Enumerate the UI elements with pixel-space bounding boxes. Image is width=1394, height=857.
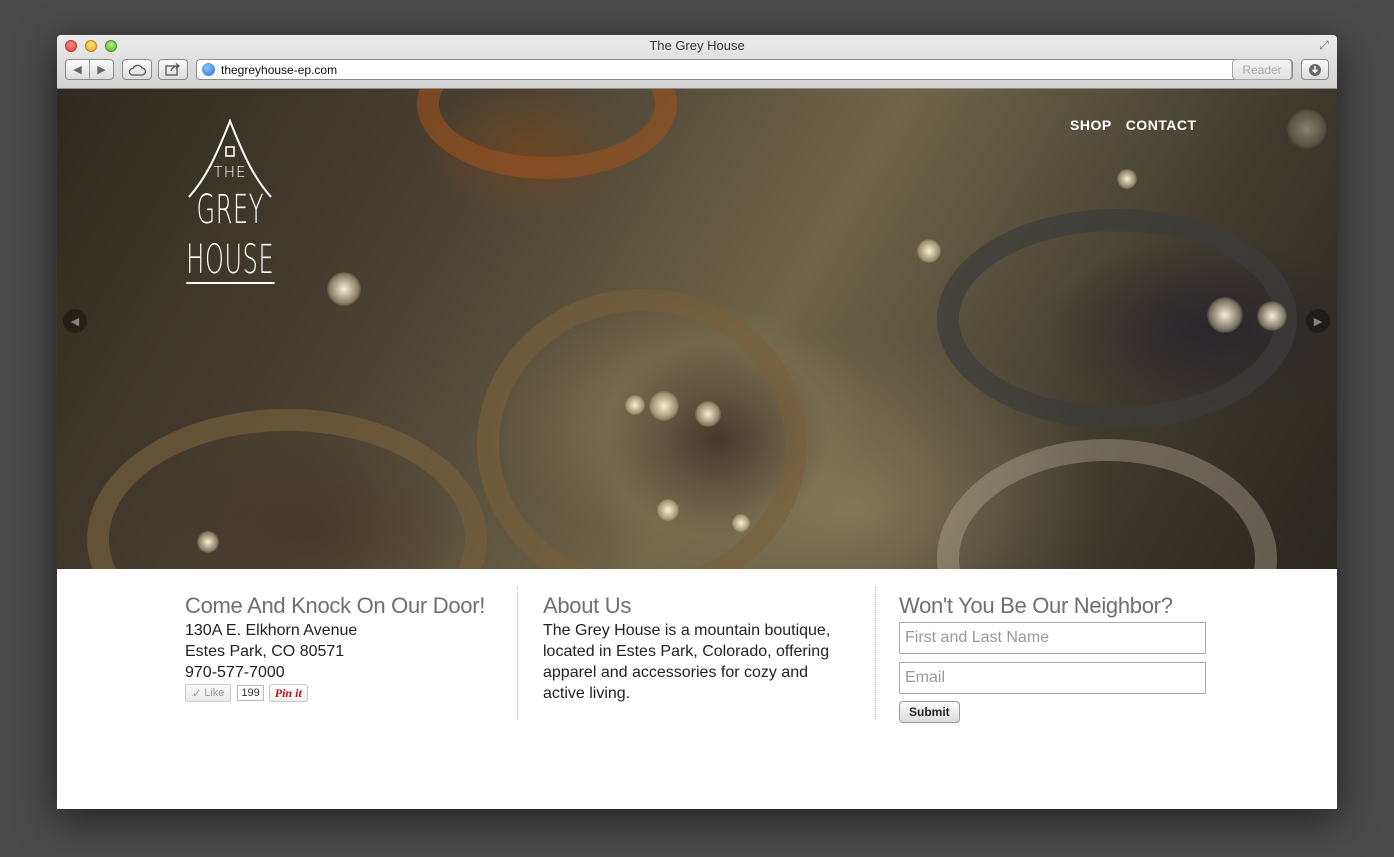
browser-window: The Grey House ⤢ ◀ ▶ thegreyhouse-ep.com… xyxy=(57,35,1337,809)
visit-heading: Come And Knock On Our Door! xyxy=(185,593,486,618)
title-bar: The Grey House ⤢ ◀ ▶ thegreyhouse-ep.com… xyxy=(57,35,1337,89)
window-title: The Grey House xyxy=(649,38,745,53)
name-input[interactable] xyxy=(899,622,1206,654)
like-label: Like xyxy=(204,687,225,699)
downloads-button[interactable] xyxy=(1301,59,1329,80)
footer-section: Come And Knock On Our Door! 130A E. Elkh… xyxy=(57,569,1337,809)
icloud-tabs-button[interactable] xyxy=(122,59,152,80)
site-logo[interactable]: THE GREY HOUSE xyxy=(185,119,275,324)
logo-text-the: THE xyxy=(213,163,247,181)
about-heading: About Us xyxy=(543,593,632,618)
url-text: thegreyhouse-ep.com xyxy=(221,62,338,77)
pin-it-button[interactable]: Pin it xyxy=(268,684,308,702)
slider-next-button[interactable]: ▶ xyxy=(1306,309,1330,333)
address-bar[interactable]: thegreyhouse-ep.com ↻ xyxy=(196,59,1293,80)
facebook-like-button[interactable]: ✓ Like xyxy=(185,684,232,702)
submit-button[interactable]: Submit xyxy=(899,701,960,723)
download-icon xyxy=(1309,63,1321,76)
forward-arrow-icon: ▶ xyxy=(97,64,106,76)
chevron-left-icon: ◀ xyxy=(70,315,80,328)
cloud-icon xyxy=(128,64,146,76)
about-text: The Grey House is a mountain boutique, l… xyxy=(543,622,831,702)
hero-slider: THE GREY HOUSE SHOP CONTACT ◀ ▶ xyxy=(57,89,1337,569)
phone-number: 970-577-7000 xyxy=(185,664,285,681)
sunglasses-frame-shape xyxy=(477,289,807,569)
like-count: 199 xyxy=(237,685,264,701)
slider-prev-button[interactable]: ◀ xyxy=(63,309,87,333)
newsletter-heading: Won't You Be Our Neighbor? xyxy=(899,593,1173,618)
forward-button[interactable]: ▶ xyxy=(90,63,113,76)
share-button[interactable] xyxy=(158,59,188,80)
address-line-1: 130A E. Elkhorn Avenue xyxy=(185,622,358,639)
social-buttons: ✓ Like 199 Pin it xyxy=(185,684,510,702)
newsletter-column: Won't You Be Our Neighbor? Submit xyxy=(899,593,1219,723)
about-column: About Us The Grey House is a mountain bo… xyxy=(543,593,853,704)
checkmark-icon: ✓ xyxy=(192,687,202,700)
nav-shop-link[interactable]: SHOP xyxy=(1070,117,1112,133)
address-line-2: Estes Park, CO 80571 xyxy=(185,643,345,660)
sunglasses-frame-shape xyxy=(937,439,1277,569)
sunglasses-frame-shape xyxy=(937,209,1297,429)
visit-column: Come And Knock On Our Door! 130A E. Elkh… xyxy=(185,593,510,702)
nav-contact-link[interactable]: CONTACT xyxy=(1126,117,1197,133)
main-nav: SHOP CONTACT xyxy=(1070,117,1197,133)
logo-text-house: HOUSE xyxy=(186,237,274,284)
back-arrow-icon: ◀ xyxy=(73,64,82,76)
sunglasses-frame-shape xyxy=(417,89,677,179)
back-forward-group: ◀ ▶ xyxy=(65,59,114,80)
sunglasses-frame-shape xyxy=(87,409,487,569)
back-button[interactable]: ◀ xyxy=(66,63,89,76)
fullscreen-icon[interactable]: ⤢ xyxy=(1317,38,1331,52)
reader-button[interactable]: Reader xyxy=(1232,59,1292,80)
share-icon xyxy=(165,63,181,76)
logo-text-grey: GREY xyxy=(196,187,264,233)
chevron-right-icon: ▶ xyxy=(1313,315,1323,328)
email-input[interactable] xyxy=(899,662,1206,694)
column-divider xyxy=(875,587,876,719)
globe-icon xyxy=(202,63,215,76)
column-divider xyxy=(517,587,518,719)
